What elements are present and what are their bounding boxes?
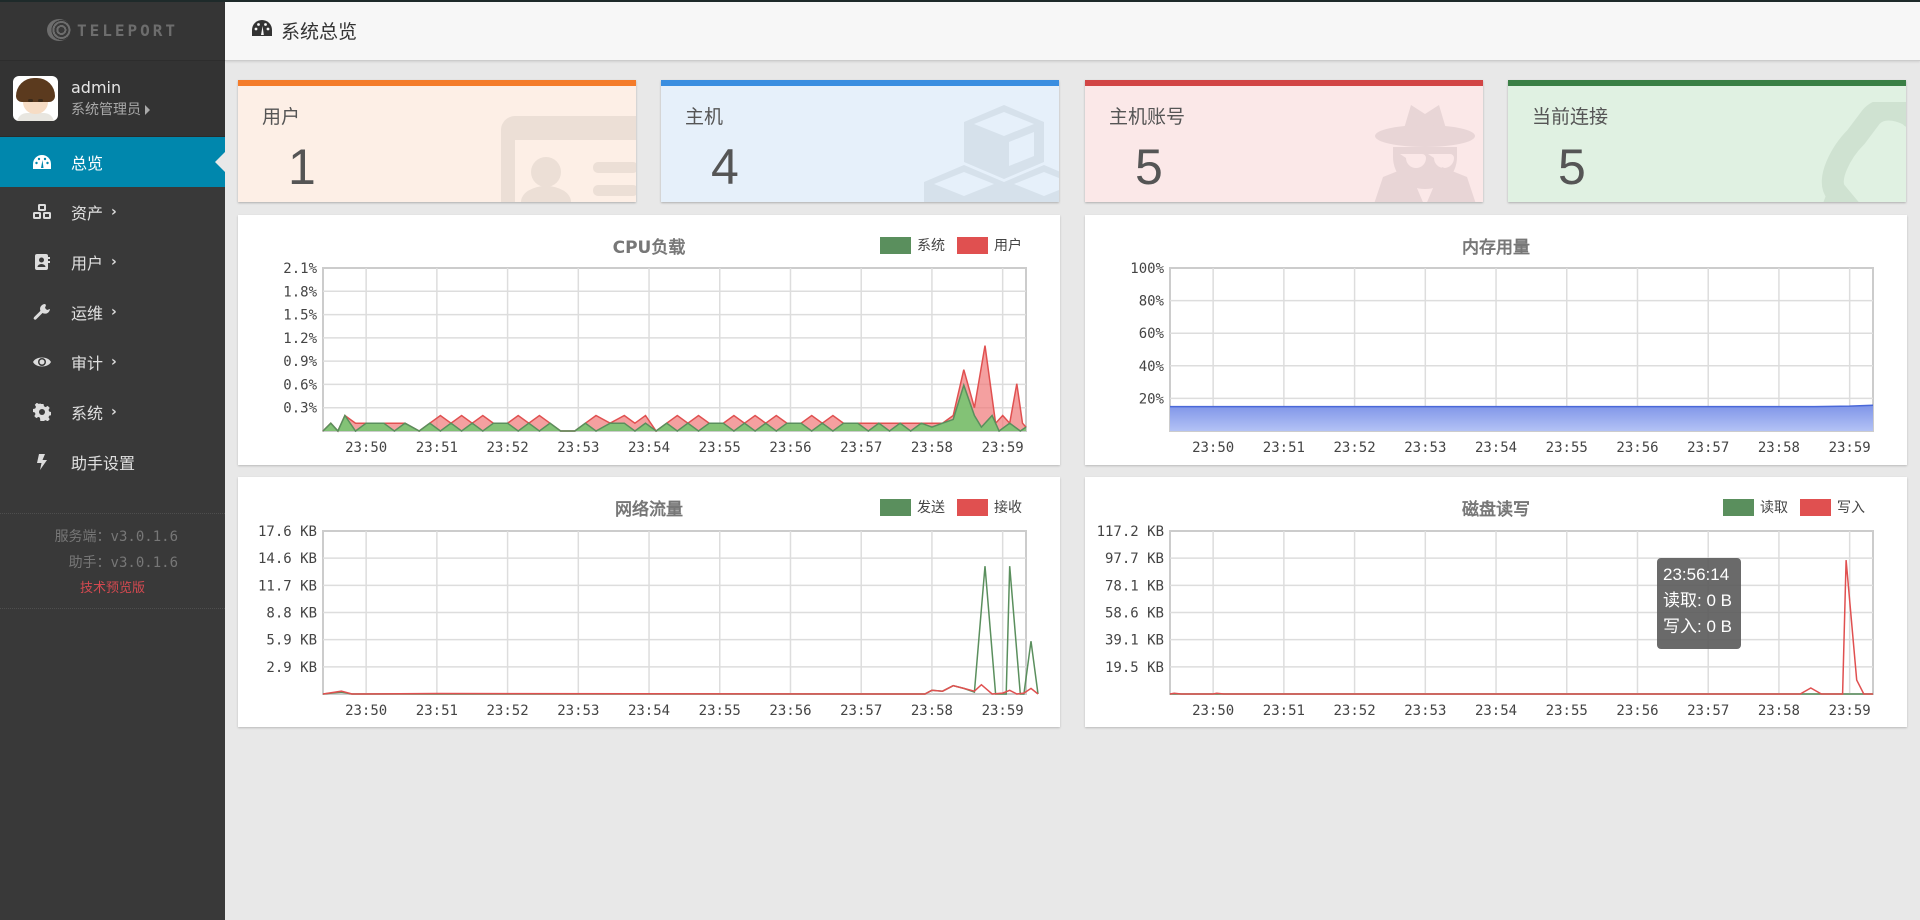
top-strip [0,0,1920,2]
chevron-right-icon: › [111,204,117,220]
version-info: 服务端：v3.0.1.6 助手：v3.0.1.6 技术预览版 [0,513,225,609]
stat-card-connections[interactable]: 当前连接 5 [1508,80,1906,202]
cubes-icon [31,201,53,223]
stat-label: 当前连接 [1532,106,1609,128]
tooltip-read: 读取: 0 B [1663,591,1732,610]
sidebar-item-system[interactable]: 系统 › [0,387,225,437]
chevron-right-icon: › [111,354,117,370]
stat-card-host-accounts[interactable]: 主机账号 5 [1085,80,1483,202]
user-role: 系统管理员 [71,102,141,118]
dashboard-icon [251,19,273,41]
stat-accent-bar [1508,80,1906,86]
logo-text: TELEPORT [76,20,179,40]
sidebar-item-label: 用户 [71,254,104,273]
stat-value: 5 [1135,139,1163,195]
dashboard-icon [31,151,53,173]
user-name: admin [71,78,122,97]
sidebar-item-label: 助手设置 [71,454,136,473]
stat-accent-bar [661,80,1059,86]
eye-icon [31,351,53,373]
bolt-icon [31,451,53,473]
legend-item[interactable]: 用户 [957,235,1022,255]
logo[interactable]: TELEPORT [0,0,225,61]
chevron-right-icon: › [111,404,117,420]
assistant-version: 助手：v3.0.1.6 [68,555,178,571]
stat-card-hosts[interactable]: 主机 4 [661,80,1059,202]
stat-label: 主机 [685,106,724,128]
stat-accent-bar [1085,80,1483,86]
chart-tooltip: 23:56:14 读取: 0 B 写入: 0 B [1657,558,1741,649]
stat-value: 1 [288,139,316,195]
legend-item[interactable]: 读取 [1723,497,1788,517]
legend-item[interactable]: 系统 [880,235,945,255]
cubes-icon [924,105,1059,202]
sidebar-item-overview[interactable]: 总览 [0,137,225,187]
legend-item[interactable]: 接收 [957,497,1022,517]
tooltip-write: 写入: 0 B [1663,617,1732,636]
address-book-icon [31,251,53,273]
sidebar-item-users[interactable]: 用户 › [0,237,225,287]
network-chart-panel: 网络流量 发送 接收 [238,477,1060,727]
sidebar-item-assets[interactable]: 资产 › [0,187,225,237]
stat-accent-bar [238,80,636,86]
chart-legend: 系统 用户 [880,235,1022,255]
stat-label: 主机账号 [1109,106,1186,128]
server-version: 服务端：v3.0.1.6 [54,529,178,545]
stat-value: 4 [711,139,739,195]
stat-value: 5 [1558,139,1586,195]
sidebar-item-operations[interactable]: 运维 › [0,287,225,337]
chart-legend: 读取 写入 [1723,497,1865,517]
teleport-logo-icon [46,19,71,41]
chart-legend: 发送 接收 [880,497,1022,517]
link-icon [1821,102,1906,202]
legend-item[interactable]: 写入 [1800,497,1865,517]
id-card-icon [501,116,636,202]
page-title: 系统总览 [281,20,358,43]
sidebar: TELEPORT admin 系统管理员 总览 资产 › 用户 › 运维 › 审… [0,0,225,920]
user-role-menu[interactable]: 系统管理员 [71,99,150,119]
sidebar-item-label: 系统 [71,404,104,423]
page-header: 系统总览 [225,0,1920,61]
sidebar-item-label: 总览 [71,154,104,173]
gear-icon [31,401,53,423]
sidebar-item-label: 运维 [71,304,104,323]
preview-badge: 技术预览版 [79,581,145,596]
memory-chart-panel: 内存用量 [1085,215,1907,465]
sidebar-item-label: 审计 [71,354,104,373]
caret-right-icon [145,105,150,115]
cpu-chart-panel: CPU负载 系统 用户 [238,215,1060,465]
wrench-icon [31,301,53,323]
chevron-right-icon: › [111,254,117,270]
sidebar-item-audit[interactable]: 审计 › [0,337,225,387]
user-secret-icon [1374,105,1476,202]
chevron-right-icon: › [111,304,117,320]
disk-chart-panel: 磁盘读写 读取 写入 [1085,477,1907,727]
sidebar-item-assistant-settings[interactable]: 助手设置 [0,437,225,487]
sidebar-item-label: 资产 [71,204,104,223]
stat-card-users[interactable]: 用户 1 [238,80,636,202]
stat-label: 用户 [262,106,301,128]
user-panel[interactable]: admin 系统管理员 [0,61,225,137]
chart-title: 内存用量 [1462,238,1530,258]
tooltip-time: 23:56:14 [1663,565,1730,584]
legend-item[interactable]: 发送 [880,497,945,517]
avatar [13,76,58,121]
